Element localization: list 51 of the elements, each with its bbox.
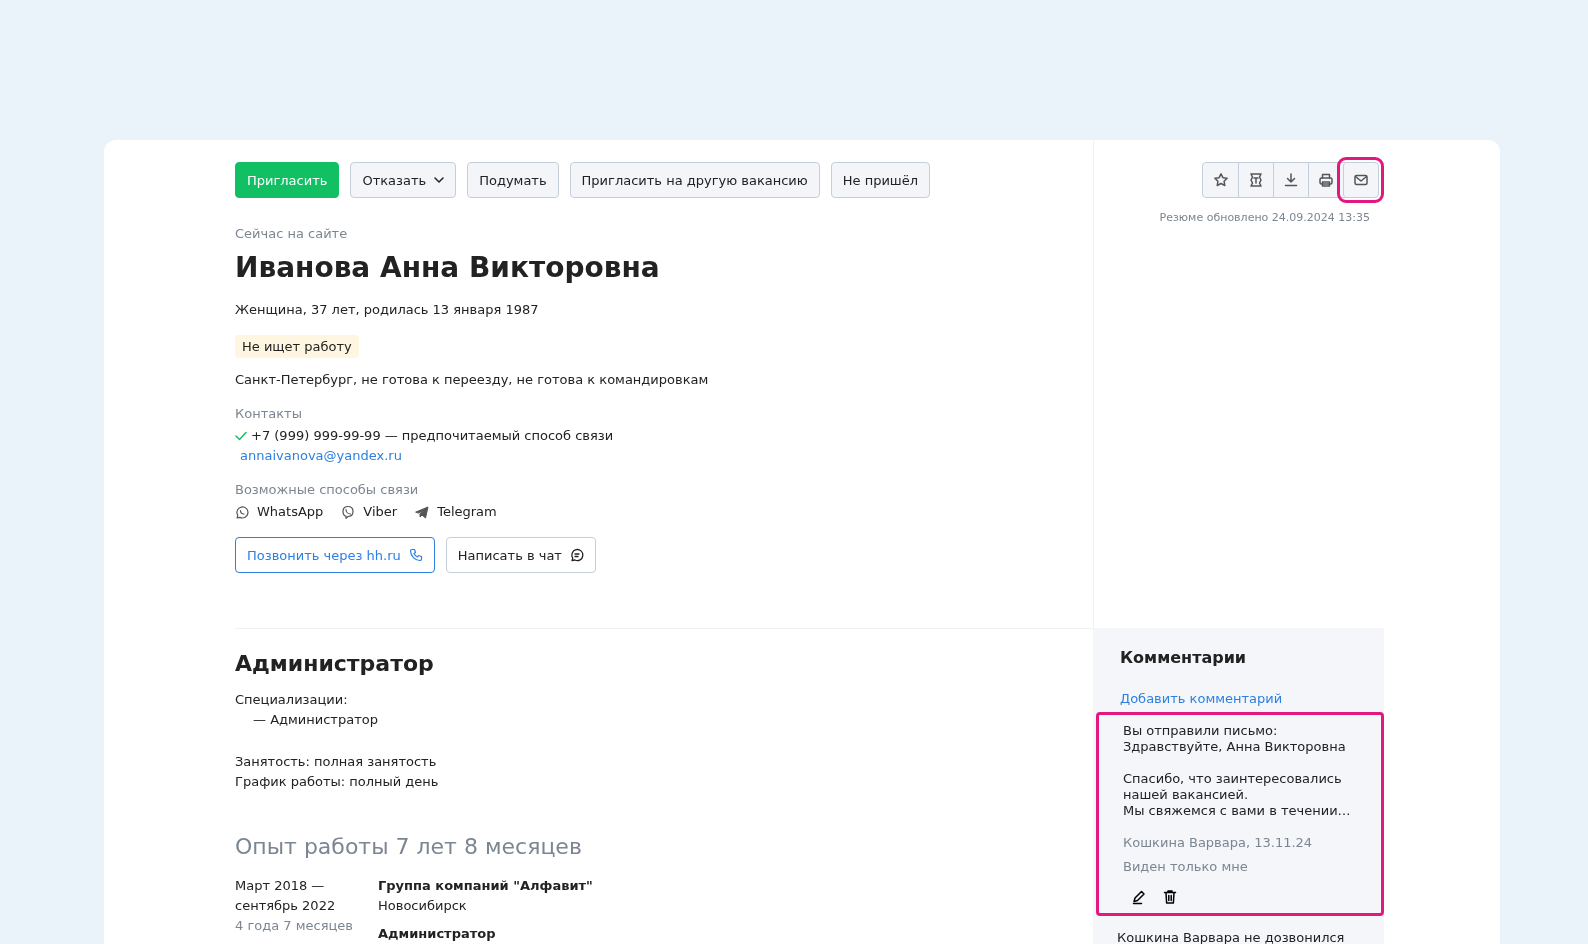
chat-button[interactable]: Написать в чат <box>445 537 596 573</box>
edit-icon[interactable] <box>1131 889 1147 905</box>
job-search-status-tag: Не ищет работу <box>235 335 359 358</box>
comment-author-date: Кошкина Варвара, 13.11.24 <box>1123 835 1314 851</box>
experience-title: Опыт работы 7 лет 8 месяцев <box>235 834 583 859</box>
position-title: Администратор <box>235 651 435 676</box>
mail-icon <box>1353 172 1369 188</box>
download-icon <box>1283 172 1299 188</box>
phone-number: +7 (999) 999-99-99 <box>251 428 381 443</box>
phone-icon <box>408 548 423 562</box>
messengers-label: Возможные способы связи <box>235 482 420 497</box>
phone-note: — предпочитаемый способ связи <box>384 428 614 443</box>
job-role: Администратор <box>378 925 497 943</box>
telegram-icon <box>415 504 430 519</box>
specializations-label: Специализации: <box>235 692 349 707</box>
star-icon <box>1212 172 1229 188</box>
company-city: Новосибирск <box>378 897 468 915</box>
messenger-name: Viber <box>363 504 398 519</box>
chevron-down-icon <box>434 177 445 183</box>
email-link[interactable]: annaivanova@yandex.ru <box>240 448 402 463</box>
location-text: Санкт-Петербург, не готова к переезду, не готова к командировкам <box>235 372 710 387</box>
schedule-text: График работы: полный день <box>235 774 440 789</box>
add-comment-link[interactable]: Добавить комментарий <box>1120 691 1283 706</box>
online-status: Сейчас на сайте <box>235 226 349 241</box>
company-name: Группа компаний "Алфавит" <box>378 877 594 895</box>
messenger-name: Telegram <box>437 504 497 519</box>
viber-icon <box>341 504 356 519</box>
resume-updated-date: Резюме обновлено 24.09.2024 13:35 <box>1159 211 1370 224</box>
candidate-details: Женщина, 37 лет, родилась 13 января 1987 <box>235 302 540 317</box>
comments-title: Комментарии <box>1120 648 1248 667</box>
delete-icon[interactable] <box>1163 889 1177 905</box>
job-period: Март 2018 — сентябрь 2022 <box>235 877 337 915</box>
messenger-name: WhatsApp <box>257 504 324 519</box>
printer-icon <box>1318 172 1334 188</box>
action-button[interactable]: Не пришёл <box>830 162 931 198</box>
reject-dropdown[interactable]: Отказать <box>350 162 457 198</box>
action-button[interactable]: Пригласить на другую вакансию <box>569 162 820 198</box>
employment-text: Занятость: полная занятость <box>235 754 438 769</box>
job-duration: 4 года 7 месяцев <box>235 917 354 935</box>
call-button[interactable]: Позвонить через hh.ru <box>235 537 435 573</box>
scroll-icon <box>1248 172 1264 188</box>
whatsapp-icon <box>235 504 249 519</box>
specialization-item: — Администратор <box>253 712 379 727</box>
comment-visibility: Виден только мне <box>1123 859 1249 875</box>
comment-text: Вы отправили письмо: Здравствуйте, Анна Викторовна <box>1123 723 1347 755</box>
action-button[interactable]: Подумать <box>467 162 559 198</box>
chat-bubble-icon <box>569 548 584 562</box>
contacts-label: Контакты <box>235 406 303 421</box>
comment-text: Спасибо, что заинтересовались нашей вакансией. Мы свяжемся с вами в течении… <box>1123 771 1352 819</box>
comment-text: Кошкина Варвара не дозвонился <box>1117 930 1346 944</box>
candidate-name: Иванова Анна Викторовна <box>235 251 661 284</box>
